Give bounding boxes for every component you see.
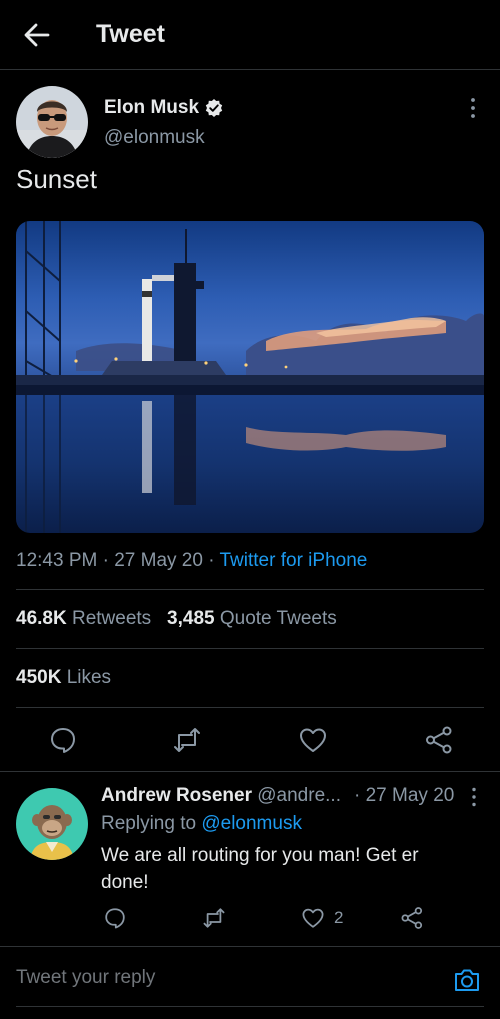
divider (0, 771, 500, 772)
page-title: Tweet (96, 20, 165, 48)
tweet-date: 27 May 20 (114, 550, 203, 571)
like-icon[interactable] (298, 725, 328, 755)
tweet-image[interactable] (16, 221, 484, 533)
reply-avatar[interactable] (16, 788, 88, 860)
meta-separator: · (208, 550, 215, 571)
avatar[interactable] (16, 86, 88, 158)
reply-more-options-icon[interactable] (466, 786, 482, 808)
tweet-text: Sunset (16, 164, 97, 194)
reply-like-icon[interactable] (301, 906, 325, 930)
reply-author-name[interactable]: Andrew Rosener (101, 785, 252, 806)
reply-retweet-icon[interactable] (202, 906, 226, 930)
arrow-left-icon[interactable] (22, 20, 52, 50)
author-handle[interactable]: @elonmusk (104, 127, 205, 149)
replying-prefix: Replying to (101, 813, 197, 834)
reply-share-icon[interactable] (400, 906, 424, 930)
reply-header: Andrew Rosener @andre... (101, 785, 341, 807)
camera-icon[interactable] (452, 965, 482, 995)
divider (16, 648, 484, 649)
share-icon[interactable] (424, 725, 454, 755)
likes-count: 450K (16, 667, 62, 688)
reply-author-handle[interactable]: @andre... (257, 785, 341, 806)
retweet-icon[interactable] (172, 725, 202, 755)
author-name[interactable]: Elon Musk (104, 97, 199, 119)
reply-time: · 27 May 20 (354, 785, 455, 806)
meta-separator: · (102, 550, 109, 571)
like-stats[interactable]: 450K Likes (16, 667, 111, 689)
divider (16, 707, 484, 708)
divider (16, 589, 484, 590)
reply-compose-bar (0, 946, 500, 1006)
tweet-meta: 12:43 PM · 27 May 20 · Twitter for iPhon… (16, 550, 367, 572)
retweet-stats[interactable]: 46.8K Retweets 3,485 Quote Tweets (16, 608, 337, 630)
reply-like-count: 2 (334, 908, 344, 927)
likes-label: Likes (66, 667, 112, 688)
retweets-count: 46.8K (16, 608, 67, 629)
tweet-time: 12:43 PM (16, 550, 98, 571)
reply-icon[interactable] (48, 725, 78, 755)
replying-to: Replying to @elonmusk (101, 813, 302, 835)
quotes-count: 3,485 (167, 608, 215, 629)
reply-text: We are all routing for you man! Get er d… (101, 845, 419, 893)
reply-reply-icon[interactable] (103, 906, 127, 930)
replying-mention-link[interactable]: @elonmusk (201, 813, 302, 834)
divider (16, 1006, 484, 1007)
verified-badge-icon (204, 98, 224, 118)
reply-input[interactable] (16, 967, 436, 989)
top-bar: Tweet (0, 0, 500, 70)
tweet-source-link[interactable]: Twitter for iPhone (220, 550, 368, 571)
retweets-label: Retweets (71, 608, 152, 629)
more-options-icon[interactable] (464, 96, 482, 120)
quotes-label: Quote Tweets (219, 608, 337, 629)
